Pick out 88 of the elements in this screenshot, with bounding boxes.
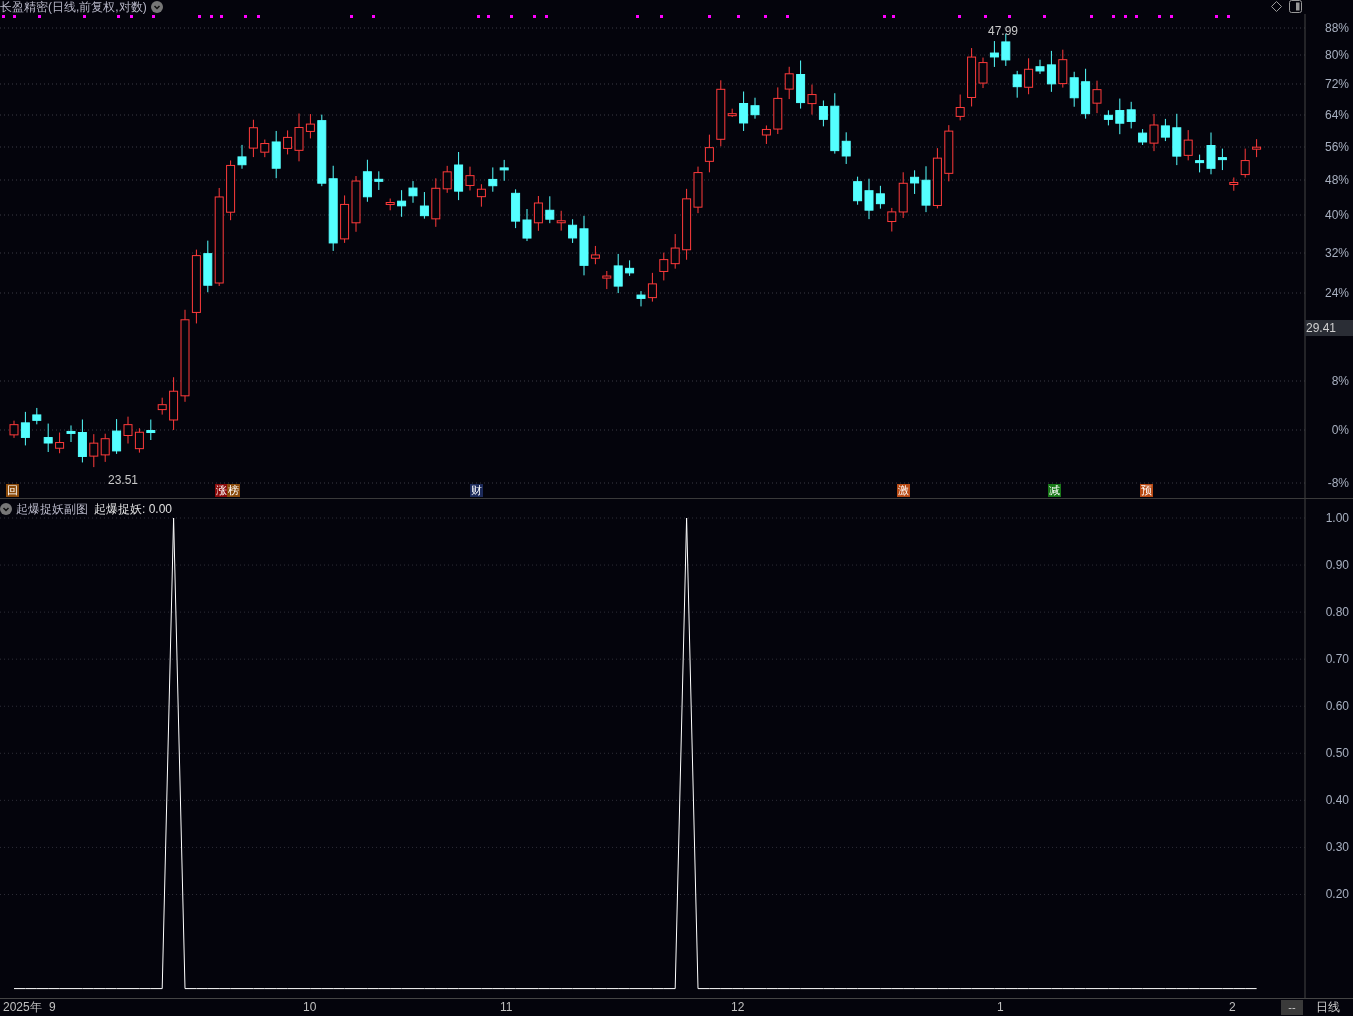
axis-label: -8% xyxy=(1327,476,1349,490)
candlestick xyxy=(397,189,407,218)
axis-label: 0.40 xyxy=(1325,793,1349,808)
candlestick xyxy=(340,194,350,244)
candlestick xyxy=(112,418,122,455)
candlestick xyxy=(1115,98,1125,135)
date-axis-label: 11 xyxy=(500,1000,513,1015)
candlestick xyxy=(146,419,156,441)
candlestick xyxy=(659,252,669,281)
indicator-reading: 起爆捉妖: 0.00 xyxy=(94,501,173,518)
date-axis-label: 2025年 xyxy=(3,1000,42,1015)
axis-label: 0.60 xyxy=(1325,699,1349,714)
axis-label: 80% xyxy=(1324,48,1349,62)
candlestick xyxy=(932,147,942,209)
candlestick xyxy=(944,124,954,182)
axis-label: 40% xyxy=(1324,208,1349,222)
scroll-button[interactable]: -- xyxy=(1281,1000,1303,1015)
axis-label: 56% xyxy=(1324,140,1349,154)
candlestick xyxy=(55,432,65,454)
axis-label: 0.90 xyxy=(1325,558,1349,573)
candlestick xyxy=(100,433,110,463)
candlestick xyxy=(488,166,498,193)
axis-label: 1.00 xyxy=(1325,511,1349,525)
signal-marker: 减 xyxy=(1048,484,1061,497)
axis-label: 0.30 xyxy=(1325,840,1349,855)
axis-label: 32% xyxy=(1324,246,1349,260)
date-axis-label: 10 xyxy=(303,1000,317,1015)
high-price-label: 47.99 xyxy=(988,24,1019,38)
signal-marker: 回 xyxy=(6,484,19,497)
period-label[interactable]: 日线 xyxy=(1316,1000,1340,1015)
candlestick xyxy=(362,159,372,203)
candlestick xyxy=(670,233,680,270)
panel-toggle-icon[interactable] xyxy=(1289,0,1302,13)
signal-marker: 激 xyxy=(897,484,910,497)
axis-label: 72% xyxy=(1324,77,1349,91)
candlestick xyxy=(499,159,509,182)
current-price-tag: 29.41 xyxy=(1305,320,1353,336)
signal-marker: 预 xyxy=(1140,484,1153,497)
date-axis-label: 9 xyxy=(49,1000,56,1015)
candlestick xyxy=(408,180,418,204)
candlestick xyxy=(761,124,771,145)
diamond-icon[interactable] xyxy=(1271,1,1282,12)
chevron-down-icon[interactable] xyxy=(150,1,163,13)
axis-label: 0.80 xyxy=(1325,605,1349,620)
low-price-label: 23.51 xyxy=(108,473,139,487)
axis-label: 48% xyxy=(1324,173,1349,187)
candlestick xyxy=(1252,138,1262,158)
axis-label: 0% xyxy=(1331,423,1349,437)
candlestick xyxy=(419,191,429,220)
candlestick xyxy=(476,183,486,208)
candlestick xyxy=(1058,49,1068,89)
indicator-title: 起爆捉妖副图 xyxy=(16,501,88,518)
axis-label: 8% xyxy=(1331,374,1349,388)
axis-label: 24% xyxy=(1324,286,1349,300)
candlestick xyxy=(556,210,566,232)
axis-label: 0.70 xyxy=(1325,652,1349,667)
candlestick xyxy=(853,176,863,206)
candlestick xyxy=(545,195,555,224)
candlestick xyxy=(511,188,521,229)
axis-label: 0.20 xyxy=(1325,887,1349,902)
candlestick xyxy=(704,134,714,173)
candlestick xyxy=(955,94,965,121)
axis-label: 64% xyxy=(1324,108,1349,122)
chart-title: 长盈精密(日线,前复权,对数) xyxy=(0,0,147,14)
candlestick xyxy=(134,427,144,454)
signal-marker: 榜 xyxy=(227,484,240,497)
candlestick xyxy=(374,170,384,191)
date-axis-label: 1 xyxy=(997,1000,1004,1015)
candlestick xyxy=(533,195,543,232)
candlestick xyxy=(89,433,99,468)
date-axis-label: 12 xyxy=(731,1000,745,1015)
candlestick xyxy=(385,198,395,211)
candlestick xyxy=(989,40,999,68)
candlestick xyxy=(625,259,635,277)
axis-label: 0.50 xyxy=(1325,746,1349,761)
chevron-down-icon[interactable] xyxy=(0,503,12,515)
date-axis-label: 2 xyxy=(1229,1000,1236,1015)
candlestick xyxy=(818,100,828,127)
candlestick xyxy=(522,208,532,242)
candlestick xyxy=(1001,33,1011,67)
candlestick xyxy=(1069,71,1079,108)
candlestick xyxy=(123,416,133,444)
candlestick xyxy=(157,397,167,416)
axis-label: 88% xyxy=(1324,21,1349,35)
candlestick xyxy=(1012,70,1022,99)
candlestick xyxy=(351,175,361,233)
candlestick xyxy=(1126,101,1136,129)
signal-marker: 财 xyxy=(470,484,483,497)
